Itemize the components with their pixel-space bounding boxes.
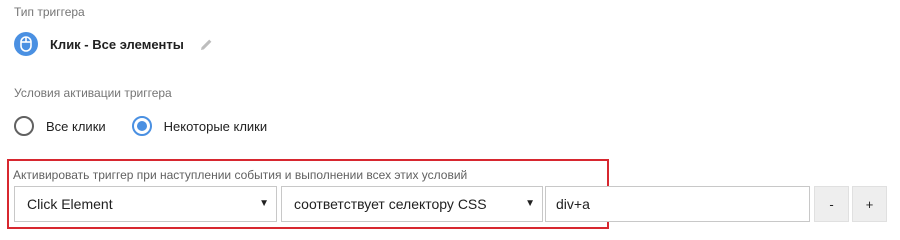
operator-select[interactable]: соответствует селектору CSS ▼ — [281, 186, 543, 222]
radio-button-icon[interactable] — [14, 116, 34, 136]
value-input-text: div+a — [556, 196, 590, 212]
variable-select[interactable]: Click Element ▼ — [14, 186, 277, 222]
conditions-label: Условия активации триггера — [14, 86, 172, 100]
radio-label: Все клики — [46, 118, 106, 134]
conditions-radio-group: Все клики Некоторые клики — [14, 114, 267, 138]
add-condition-button[interactable]: + — [852, 186, 887, 222]
mouse-icon — [14, 32, 38, 56]
remove-condition-button[interactable]: - — [814, 186, 849, 222]
trigger-type-label: Тип триггера — [14, 5, 85, 19]
variable-select-value: Click Element — [27, 196, 113, 212]
value-input[interactable]: div+a — [545, 186, 810, 222]
operator-select-value: соответствует селектору CSS — [294, 196, 487, 212]
radio-all-clicks[interactable]: Все клики — [14, 116, 106, 136]
radio-button-selected-icon[interactable] — [131, 116, 152, 136]
pencil-icon[interactable] — [200, 38, 213, 51]
filter-caption: Активировать триггер при наступлении соб… — [13, 168, 468, 182]
radio-label: Некоторые клики — [163, 118, 268, 134]
trigger-type-name: Клик - Все элементы — [50, 36, 184, 52]
trigger-type-row: Клик - Все элементы — [14, 31, 213, 57]
dropdown-arrow-icon: ▼ — [259, 198, 269, 209]
radio-some-clicks[interactable]: Некоторые клики — [131, 116, 268, 136]
dropdown-arrow-icon: ▼ — [525, 198, 535, 209]
